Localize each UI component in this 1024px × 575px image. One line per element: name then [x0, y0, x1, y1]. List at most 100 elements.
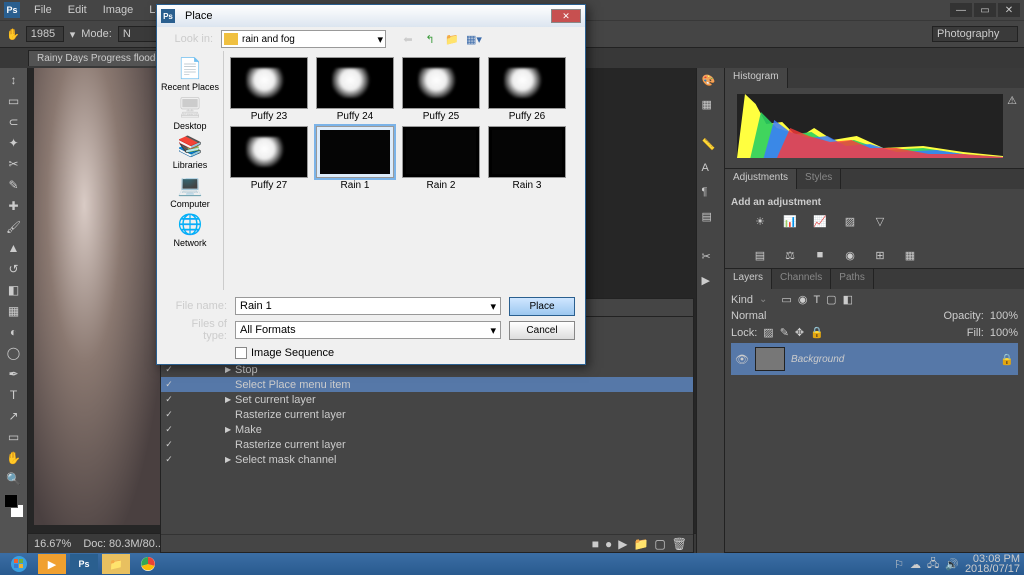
file-item[interactable]: Puffy 26	[486, 57, 568, 122]
eraser-tool[interactable]: ◧	[2, 280, 26, 300]
move-tool[interactable]: ↕	[2, 70, 26, 90]
zoom-tool[interactable]: 🔍	[2, 469, 26, 489]
pen-tool[interactable]: ✒	[2, 364, 26, 384]
filename-input[interactable]: Rain 1▾	[235, 297, 501, 315]
stamp-tool[interactable]: ▲	[2, 238, 26, 258]
place-recent-places[interactable]: 📄Recent Places	[160, 55, 220, 92]
file-item[interactable]: Puffy 25	[400, 57, 482, 122]
task-photoshop[interactable]: Ps	[70, 554, 98, 574]
file-grid[interactable]: Puffy 23Puffy 24Puffy 25Puffy 26 Puffy 27…	[223, 51, 585, 290]
color-icon[interactable]: 🎨	[702, 74, 720, 92]
blur-tool[interactable]: ◐	[2, 322, 26, 342]
type-panel-icon[interactable]: A	[702, 162, 720, 180]
levels-icon[interactable]: 📊	[781, 214, 799, 228]
hue-icon[interactable]: ▤	[751, 248, 769, 262]
warning-icon[interactable]: ⚠	[1007, 94, 1017, 107]
notes-icon[interactable]: ▤	[702, 210, 720, 228]
history-brush-tool[interactable]: ↺	[2, 259, 26, 279]
exposure-icon[interactable]: ▨	[841, 214, 859, 228]
curves-icon[interactable]: 📈	[811, 214, 829, 228]
file-item[interactable]: Puffy 27	[228, 126, 310, 191]
minimize-button[interactable]: —	[950, 3, 972, 17]
file-item[interactable]: Puffy 23	[228, 57, 310, 122]
styles-tab[interactable]: Styles	[797, 169, 841, 189]
start-button[interactable]	[4, 554, 34, 574]
balance-icon[interactable]: ⚖	[781, 248, 799, 262]
paragraph-icon[interactable]: ¶	[702, 186, 720, 204]
gradient-tool[interactable]: ▦	[2, 301, 26, 321]
close-button[interactable]: ✕	[998, 3, 1020, 17]
filetype-dropdown[interactable]: All Formats▾	[235, 321, 501, 339]
file-item[interactable]: Rain 3	[486, 126, 568, 191]
opacity-value[interactable]: 100%	[990, 310, 1018, 322]
record-icon[interactable]: ●	[605, 537, 612, 551]
file-item[interactable]: Puffy 24	[314, 57, 396, 122]
cancel-button[interactable]: Cancel	[509, 321, 575, 340]
maximize-button[interactable]: ▭	[974, 3, 996, 17]
tray-network-icon[interactable]: 🖧	[927, 555, 939, 574]
actions-play-icon[interactable]: ▶	[702, 274, 720, 292]
shape-tool[interactable]: ▭	[2, 427, 26, 447]
action-row[interactable]: ✓▶Select mask channel	[161, 452, 693, 467]
color-swatches[interactable]	[4, 494, 24, 518]
ruler-icon[interactable]: 📏	[702, 138, 720, 156]
place-network[interactable]: 🌐Network	[160, 211, 220, 248]
lookup-icon[interactable]: ▦	[901, 248, 919, 262]
action-row[interactable]: ✓Rasterize current layer	[161, 437, 693, 452]
visibility-icon[interactable]: 👁	[735, 353, 749, 366]
action-row[interactable]: ✓Rasterize current layer	[161, 407, 693, 422]
dialog-close-button[interactable]: ✕	[551, 9, 581, 23]
place-computer[interactable]: 💻Computer	[160, 172, 220, 209]
clone-icon[interactable]: ✂	[702, 250, 720, 268]
menu-file[interactable]: File	[26, 4, 60, 16]
task-chrome[interactable]	[134, 554, 162, 574]
crop-tool[interactable]: ✂	[2, 154, 26, 174]
eyedropper-tool[interactable]: ✎	[2, 175, 26, 195]
tray-flag-icon[interactable]: ⚐	[894, 558, 904, 571]
channels-tab[interactable]: Channels	[772, 269, 831, 289]
kind-dropdown[interactable]: Kind	[731, 294, 753, 306]
file-item[interactable]: Rain 1	[314, 126, 396, 191]
action-row[interactable]: ✓▶Make	[161, 422, 693, 437]
adjustments-tab[interactable]: Adjustments	[725, 169, 797, 189]
trash-icon[interactable]: 🗑	[672, 537, 687, 551]
heal-tool[interactable]: ✚	[2, 196, 26, 216]
new-icon[interactable]: ▢	[654, 537, 665, 551]
vibrance-icon[interactable]: ▽	[871, 214, 889, 228]
up-icon[interactable]: ↰	[422, 31, 438, 47]
fill-value[interactable]: 100%	[990, 327, 1018, 339]
brush-tool[interactable]: 🖌	[2, 217, 26, 237]
wand-tool[interactable]: ✦	[2, 133, 26, 153]
task-explorer[interactable]: 📁	[102, 554, 130, 574]
layer-row[interactable]: 👁 Background 🔒	[731, 343, 1018, 375]
workspace-dropdown[interactable]: Photography	[932, 26, 1018, 42]
menu-image[interactable]: Image	[95, 4, 142, 16]
clock[interactable]: 03:08 PM 2018/07/17	[965, 554, 1020, 574]
action-row[interactable]: ✓Select Place menu item	[161, 377, 693, 392]
newfolder-icon[interactable]: 📁	[444, 31, 460, 47]
action-row[interactable]: ✓▶Set current layer	[161, 392, 693, 407]
lookin-dropdown[interactable]: rain and fog ▾	[221, 30, 386, 48]
stop-icon[interactable]: ■	[592, 537, 599, 551]
layers-tab[interactable]: Layers	[725, 269, 772, 289]
hand-tool[interactable]: ✋	[2, 448, 26, 468]
tray-cloud-icon[interactable]: ☁	[910, 558, 921, 571]
marquee-tool[interactable]: ▭	[2, 91, 26, 111]
tray-volume-icon[interactable]: 🔊	[945, 558, 959, 571]
brightness-icon[interactable]: ☀	[751, 214, 769, 228]
back-icon[interactable]: ⬅	[400, 31, 416, 47]
task-media[interactable]: ▶	[38, 554, 66, 574]
image-sequence-checkbox[interactable]: Image Sequence	[235, 347, 501, 359]
document-canvas[interactable]	[34, 68, 160, 525]
mixer-icon[interactable]: ⊞	[871, 248, 889, 262]
zoom-percent[interactable]: 16.67%	[34, 538, 71, 550]
lasso-tool[interactable]: ⊂	[2, 112, 26, 132]
swatch-icon[interactable]: ▦	[702, 98, 720, 116]
dodge-tool[interactable]: ◯	[2, 343, 26, 363]
place-libraries[interactable]: 📚Libraries	[160, 133, 220, 170]
folder-icon[interactable]: 📁	[633, 537, 648, 551]
photo-filter-icon[interactable]: ◉	[841, 248, 859, 262]
dialog-titlebar[interactable]: Ps Place ✕	[157, 5, 585, 27]
file-item[interactable]: Rain 2	[400, 126, 482, 191]
paths-tab[interactable]: Paths	[831, 269, 874, 289]
